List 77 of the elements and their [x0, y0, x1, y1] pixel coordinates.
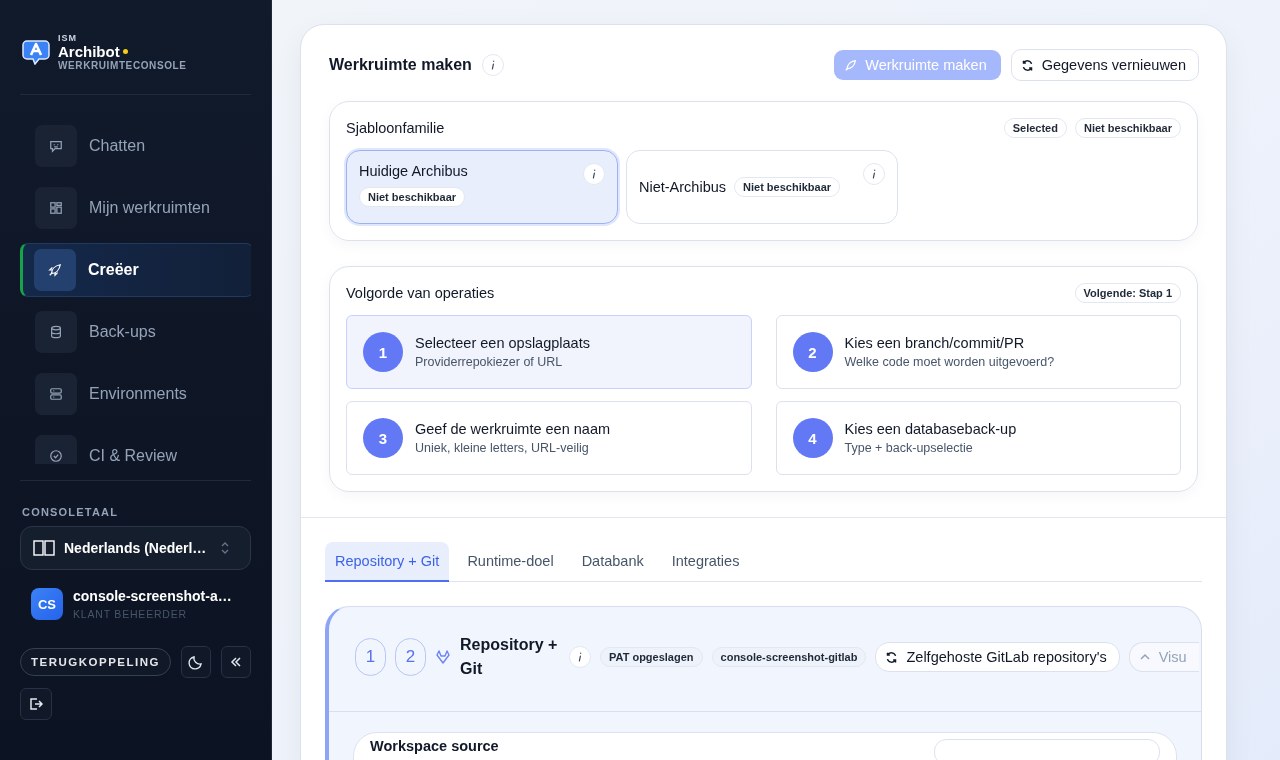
- tab[interactable]: Integraties: [661, 542, 750, 582]
- status-badge: console-screenshot-gitlab: [711, 647, 867, 667]
- status-badge: Selected: [1003, 118, 1067, 138]
- logout-button[interactable]: [20, 688, 52, 720]
- avatar: CS: [31, 588, 63, 620]
- step-card[interactable]: 1 Selecteer een opslagplaats Providerrepokiezer of URL: [346, 315, 752, 389]
- section-title: Sjabloonfamilie: [346, 120, 445, 136]
- step-title: Kies een databaseback-up: [844, 421, 1017, 437]
- repository-refresh-button[interactable]: Zelfgehoste GitLab repository's: [875, 642, 1120, 672]
- status-dot: [122, 49, 128, 54]
- step-number: 3: [363, 418, 403, 458]
- step-title: Kies een branch/commit/PR: [844, 335, 1026, 351]
- refresh-icon: [885, 650, 899, 664]
- double-chevron-left-icon: [229, 655, 243, 669]
- info-icon[interactable]: [481, 54, 504, 76]
- step-title: Selecteer een opslagplaats: [415, 335, 590, 351]
- option-name: Niet-Archibus: [639, 179, 727, 195]
- grid-icon: [49, 201, 63, 215]
- page-title: Werkruimte maken: [329, 56, 472, 74]
- option-name: Huidige Archibus: [359, 163, 468, 179]
- section-title: Volgorde van operaties: [346, 285, 495, 301]
- step-number: 1: [363, 332, 403, 372]
- step-subtitle: Uniek, kleine letters, URL-veilig: [415, 441, 590, 455]
- nav-item[interactable]: CI & Review: [20, 434, 251, 464]
- tab[interactable]: Repository + Git: [325, 542, 450, 582]
- step-subtitle: Providerrepokiezer of URL: [415, 355, 564, 369]
- section-label: CONSOLETAAL: [22, 506, 120, 518]
- flag-icon: [33, 540, 55, 556]
- rocket-icon: [48, 263, 62, 277]
- info-icon[interactable]: [863, 163, 885, 185]
- theme-button[interactable]: [181, 646, 211, 678]
- tab[interactable]: Databank: [571, 542, 654, 582]
- brand-subtitle: WERKRUIMTECONSOLE: [58, 60, 187, 71]
- step-subtitle: Welke code moet worden uitgevoerd?: [844, 355, 1055, 369]
- chat-icon: [49, 139, 63, 153]
- nav-item[interactable]: Back-ups: [20, 310, 251, 354]
- server-icon: [49, 387, 63, 401]
- section-title: Workspace source: [370, 738, 499, 754]
- template-option[interactable]: Niet-Archibus Niet beschikbaar: [626, 150, 898, 224]
- nav-item[interactable]: Environments: [20, 372, 251, 416]
- rocket-icon: [844, 58, 858, 72]
- step-number: 2: [792, 332, 833, 372]
- step-card[interactable]: 3 Geef de werkruimte een naam Uniek, kleine letters, URL-veilig: [346, 401, 752, 475]
- step-card[interactable]: 4 Kies een databaseback-up Type + back-upselectie: [775, 401, 1181, 475]
- fox-icon: [435, 649, 451, 665]
- brand-org: ISM: [58, 33, 78, 43]
- section-title: Repository + Git: [460, 635, 559, 679]
- logout-icon: [28, 696, 44, 712]
- template-option[interactable]: Huidige Archibus Niet beschikbaar: [346, 150, 618, 224]
- status-badge: Niet beschikbaar: [734, 177, 841, 197]
- status-badge: Niet beschikbaar: [1074, 118, 1181, 138]
- step-number: 4: [792, 418, 833, 458]
- tab[interactable]: Runtime-doel: [457, 542, 564, 582]
- step-title: Geef de werkruimte een naam: [415, 421, 611, 437]
- status-badge: Niet beschikbaar: [359, 187, 466, 207]
- nav-item[interactable]: Mijn werkruimten: [20, 186, 251, 230]
- info-icon[interactable]: [569, 646, 591, 668]
- nav-item[interactable]: Chatten: [20, 124, 251, 168]
- chevron-updown-icon: [220, 541, 230, 555]
- status-badge: PAT opgeslagen: [600, 647, 703, 667]
- user-role: KLANT BEHEERDER: [73, 608, 188, 620]
- nav-item[interactable]: Creëer: [20, 243, 251, 297]
- step-card[interactable]: 2 Kies een branch/commit/PR Welke code moet worden uitgevoerd?: [775, 315, 1181, 389]
- logo-icon: [22, 39, 50, 65]
- refresh-icon: [1020, 58, 1034, 72]
- check-circle-icon: [49, 449, 63, 463]
- moon-icon: [188, 654, 204, 670]
- database-icon: [49, 325, 63, 339]
- language-select[interactable]: Nederlands (Nederl…: [20, 526, 251, 570]
- info-icon[interactable]: [583, 163, 605, 185]
- user-name: console-screenshot-a…: [73, 588, 232, 604]
- brand-name: Archibot: [58, 43, 120, 60]
- feedback-button[interactable]: TERUGKOPPELING: [20, 648, 171, 676]
- status-badge: Volgende: Stap 1: [1074, 283, 1181, 303]
- collapse-button[interactable]: [221, 646, 251, 678]
- refresh-button[interactable]: Gegevens vernieuwen: [1010, 49, 1199, 81]
- step-subtitle: Type + back-upselectie: [844, 441, 974, 455]
